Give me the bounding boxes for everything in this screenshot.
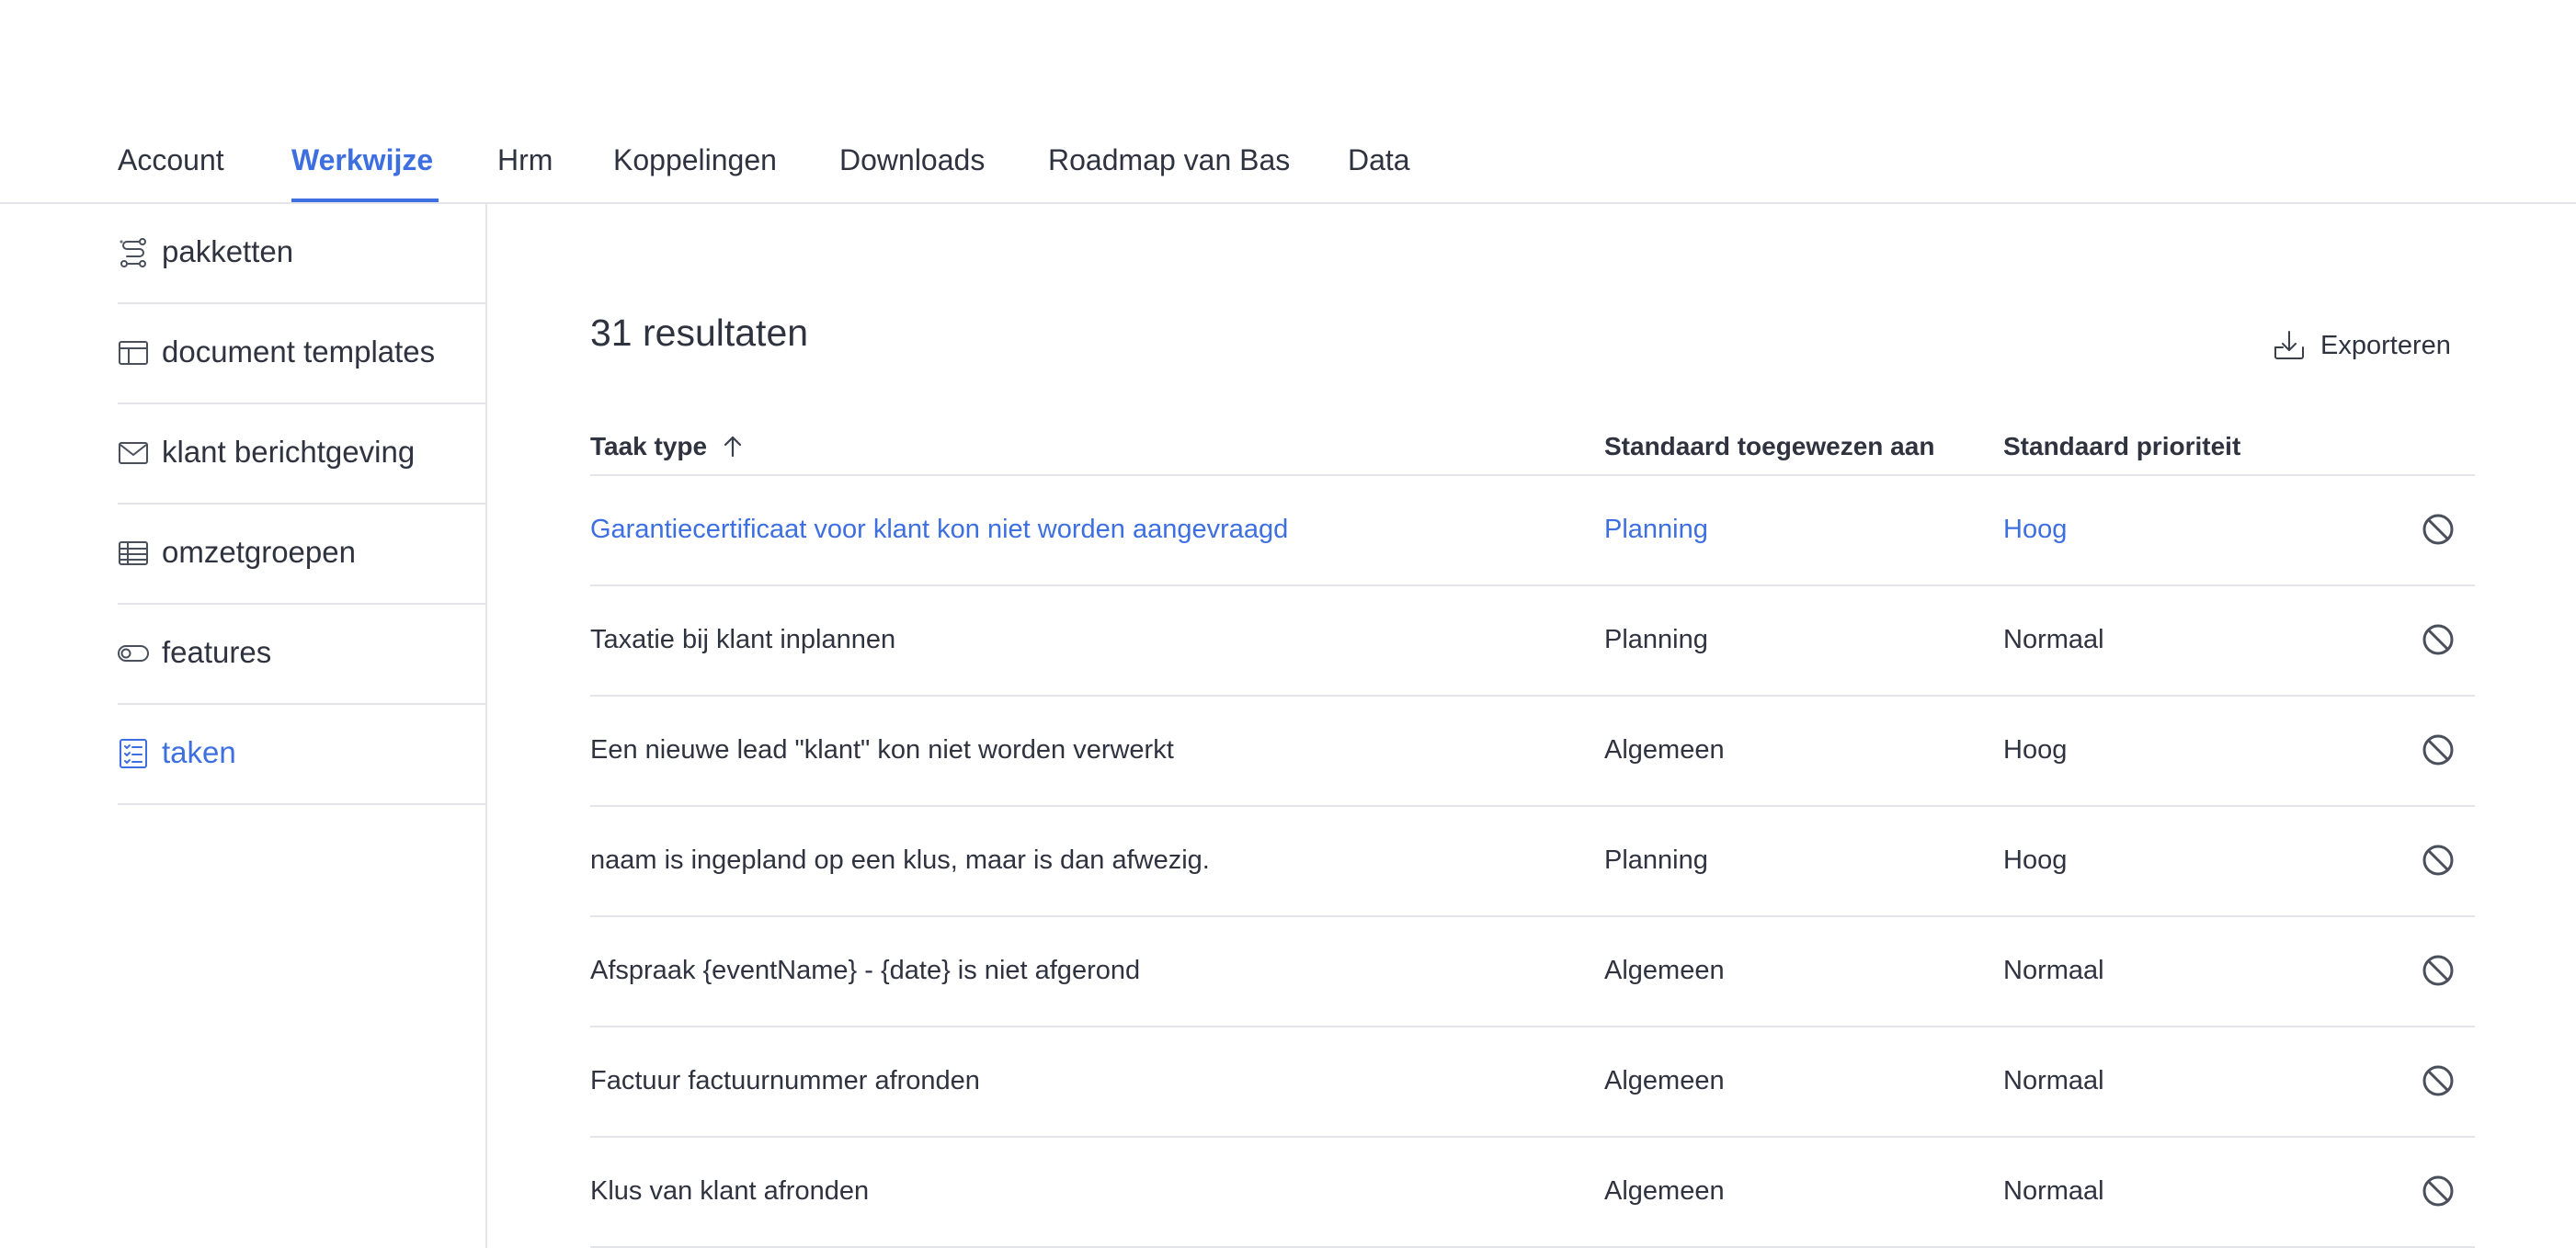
task-type-cell: Taxatie bij klant inplannen [590,625,896,654]
task-type-cell[interactable]: Garantiecertificaat voor klant kon niet … [590,509,1288,550]
export-button[interactable]: Exporteren [2271,325,2451,366]
assigned-cell: Algemeen [1604,1066,1725,1095]
table-row[interactable]: Factuur factuurnummer afronden Algemeen … [590,1027,2475,1138]
task-type-cell: naam is ingepland op een klus, maar is d… [590,845,1210,875]
download-icon [2271,327,2308,364]
priority-cell: Normaal [2003,956,2104,985]
table-row[interactable]: Garantiecertificaat voor klant kon niet … [590,476,2475,586]
table-row[interactable]: Taxatie bij klant inplannen Planning Nor… [590,586,2475,697]
column-header-task-type[interactable]: Taak type [590,428,746,465]
tab-hrm[interactable]: Hrm [497,140,553,180]
sidebar-item-taken[interactable]: taken [118,705,485,805]
disable-icon[interactable] [2420,732,2456,768]
priority-cell: Normaal [2003,625,2104,654]
layout-icon [118,337,149,369]
sidebar-item-document-templates[interactable]: document templates [118,304,485,404]
tab-downloads[interactable]: Downloads [839,140,985,180]
sort-ascending-icon [724,436,742,458]
table-row[interactable]: Een nieuwe lead "klant" kon niet worden … [590,697,2475,807]
sidebar-item-label: taken [162,735,236,769]
priority-cell: Hoog [2003,845,2068,875]
priority-cell: Hoog [2003,735,2068,765]
sidebar-item-klant-berichtgeving[interactable]: klant berichtgeving [118,404,485,505]
column-header-priority: Standaard prioriteit [2003,432,2241,460]
tab-koppelingen[interactable]: Koppelingen [613,140,777,180]
table-row[interactable]: Klus van klant afronden Algemeen Normaal [590,1138,2475,1248]
tab-werkwijze[interactable]: Werkwijze [291,140,433,180]
disable-icon[interactable] [2420,1173,2456,1209]
disable-icon[interactable] [2420,1062,2456,1099]
sidebar-item-label: klant berichtgeving [162,435,416,469]
assigned-cell[interactable]: Planning [1604,509,1708,550]
tasks-table: Taak type Standaard toegewezen aan Stand… [590,415,2475,1248]
disable-icon[interactable] [2420,952,2456,989]
export-label: Exporteren [2320,330,2451,360]
checklist-icon [118,738,149,769]
assigned-cell: Algemeen [1604,735,1725,765]
task-type-cell: Klus van klant afronden [590,1176,870,1206]
disable-icon[interactable] [2420,842,2456,879]
priority-cell: Normaal [2003,1066,2104,1095]
task-type-cell: Afspraak {eventName} - {date} is niet af… [590,956,1141,985]
top-tab-bar: Account Werkwijze Hrm Koppelingen Downlo… [0,0,2576,204]
sidebar: pakketten document templates klant beric… [0,204,487,1248]
mail-icon [118,437,149,469]
toggle-icon [118,638,149,669]
table-icon [118,538,149,569]
column-header-label: Taak type [590,432,708,460]
priority-cell[interactable]: Hoog [2003,509,2067,550]
task-type-cell: Een nieuwe lead "klant" kon niet worden … [590,735,1174,765]
results-count: 31 resultaten [590,312,809,354]
sidebar-item-omzetgroepen[interactable]: omzetgroepen [118,505,485,605]
sidebar-item-label: features [162,635,272,669]
sidebar-item-features[interactable]: features [118,605,485,705]
assigned-cell: Planning [1604,625,1708,654]
tab-data[interactable]: Data [1348,140,1410,180]
tab-account[interactable]: Account [118,140,224,180]
table-row[interactable]: naam is ingepland op een klus, maar is d… [590,807,2475,917]
route-icon [118,237,149,268]
task-type-cell: Factuur factuurnummer afronden [590,1066,980,1095]
sidebar-item-label: document templates [162,335,436,369]
priority-cell: Normaal [2003,1176,2104,1206]
sidebar-item-label: pakketten [162,234,294,268]
assigned-cell: Algemeen [1604,956,1725,985]
sidebar-item-label: omzetgroepen [162,535,356,569]
sidebar-item-pakketten[interactable]: pakketten [118,204,485,304]
disable-icon[interactable] [2420,621,2456,658]
assigned-cell: Planning [1604,845,1708,875]
disable-icon[interactable] [2420,511,2456,548]
column-header-assigned: Standaard toegewezen aan [1604,432,1935,460]
table-header: Taak type Standaard toegewezen aan Stand… [590,415,2475,476]
assigned-cell: Algemeen [1604,1176,1725,1206]
table-row[interactable]: Afspraak {eventName} - {date} is niet af… [590,917,2475,1027]
active-tab-indicator [291,199,439,202]
tab-roadmap-van-bas[interactable]: Roadmap van Bas [1048,140,1290,180]
